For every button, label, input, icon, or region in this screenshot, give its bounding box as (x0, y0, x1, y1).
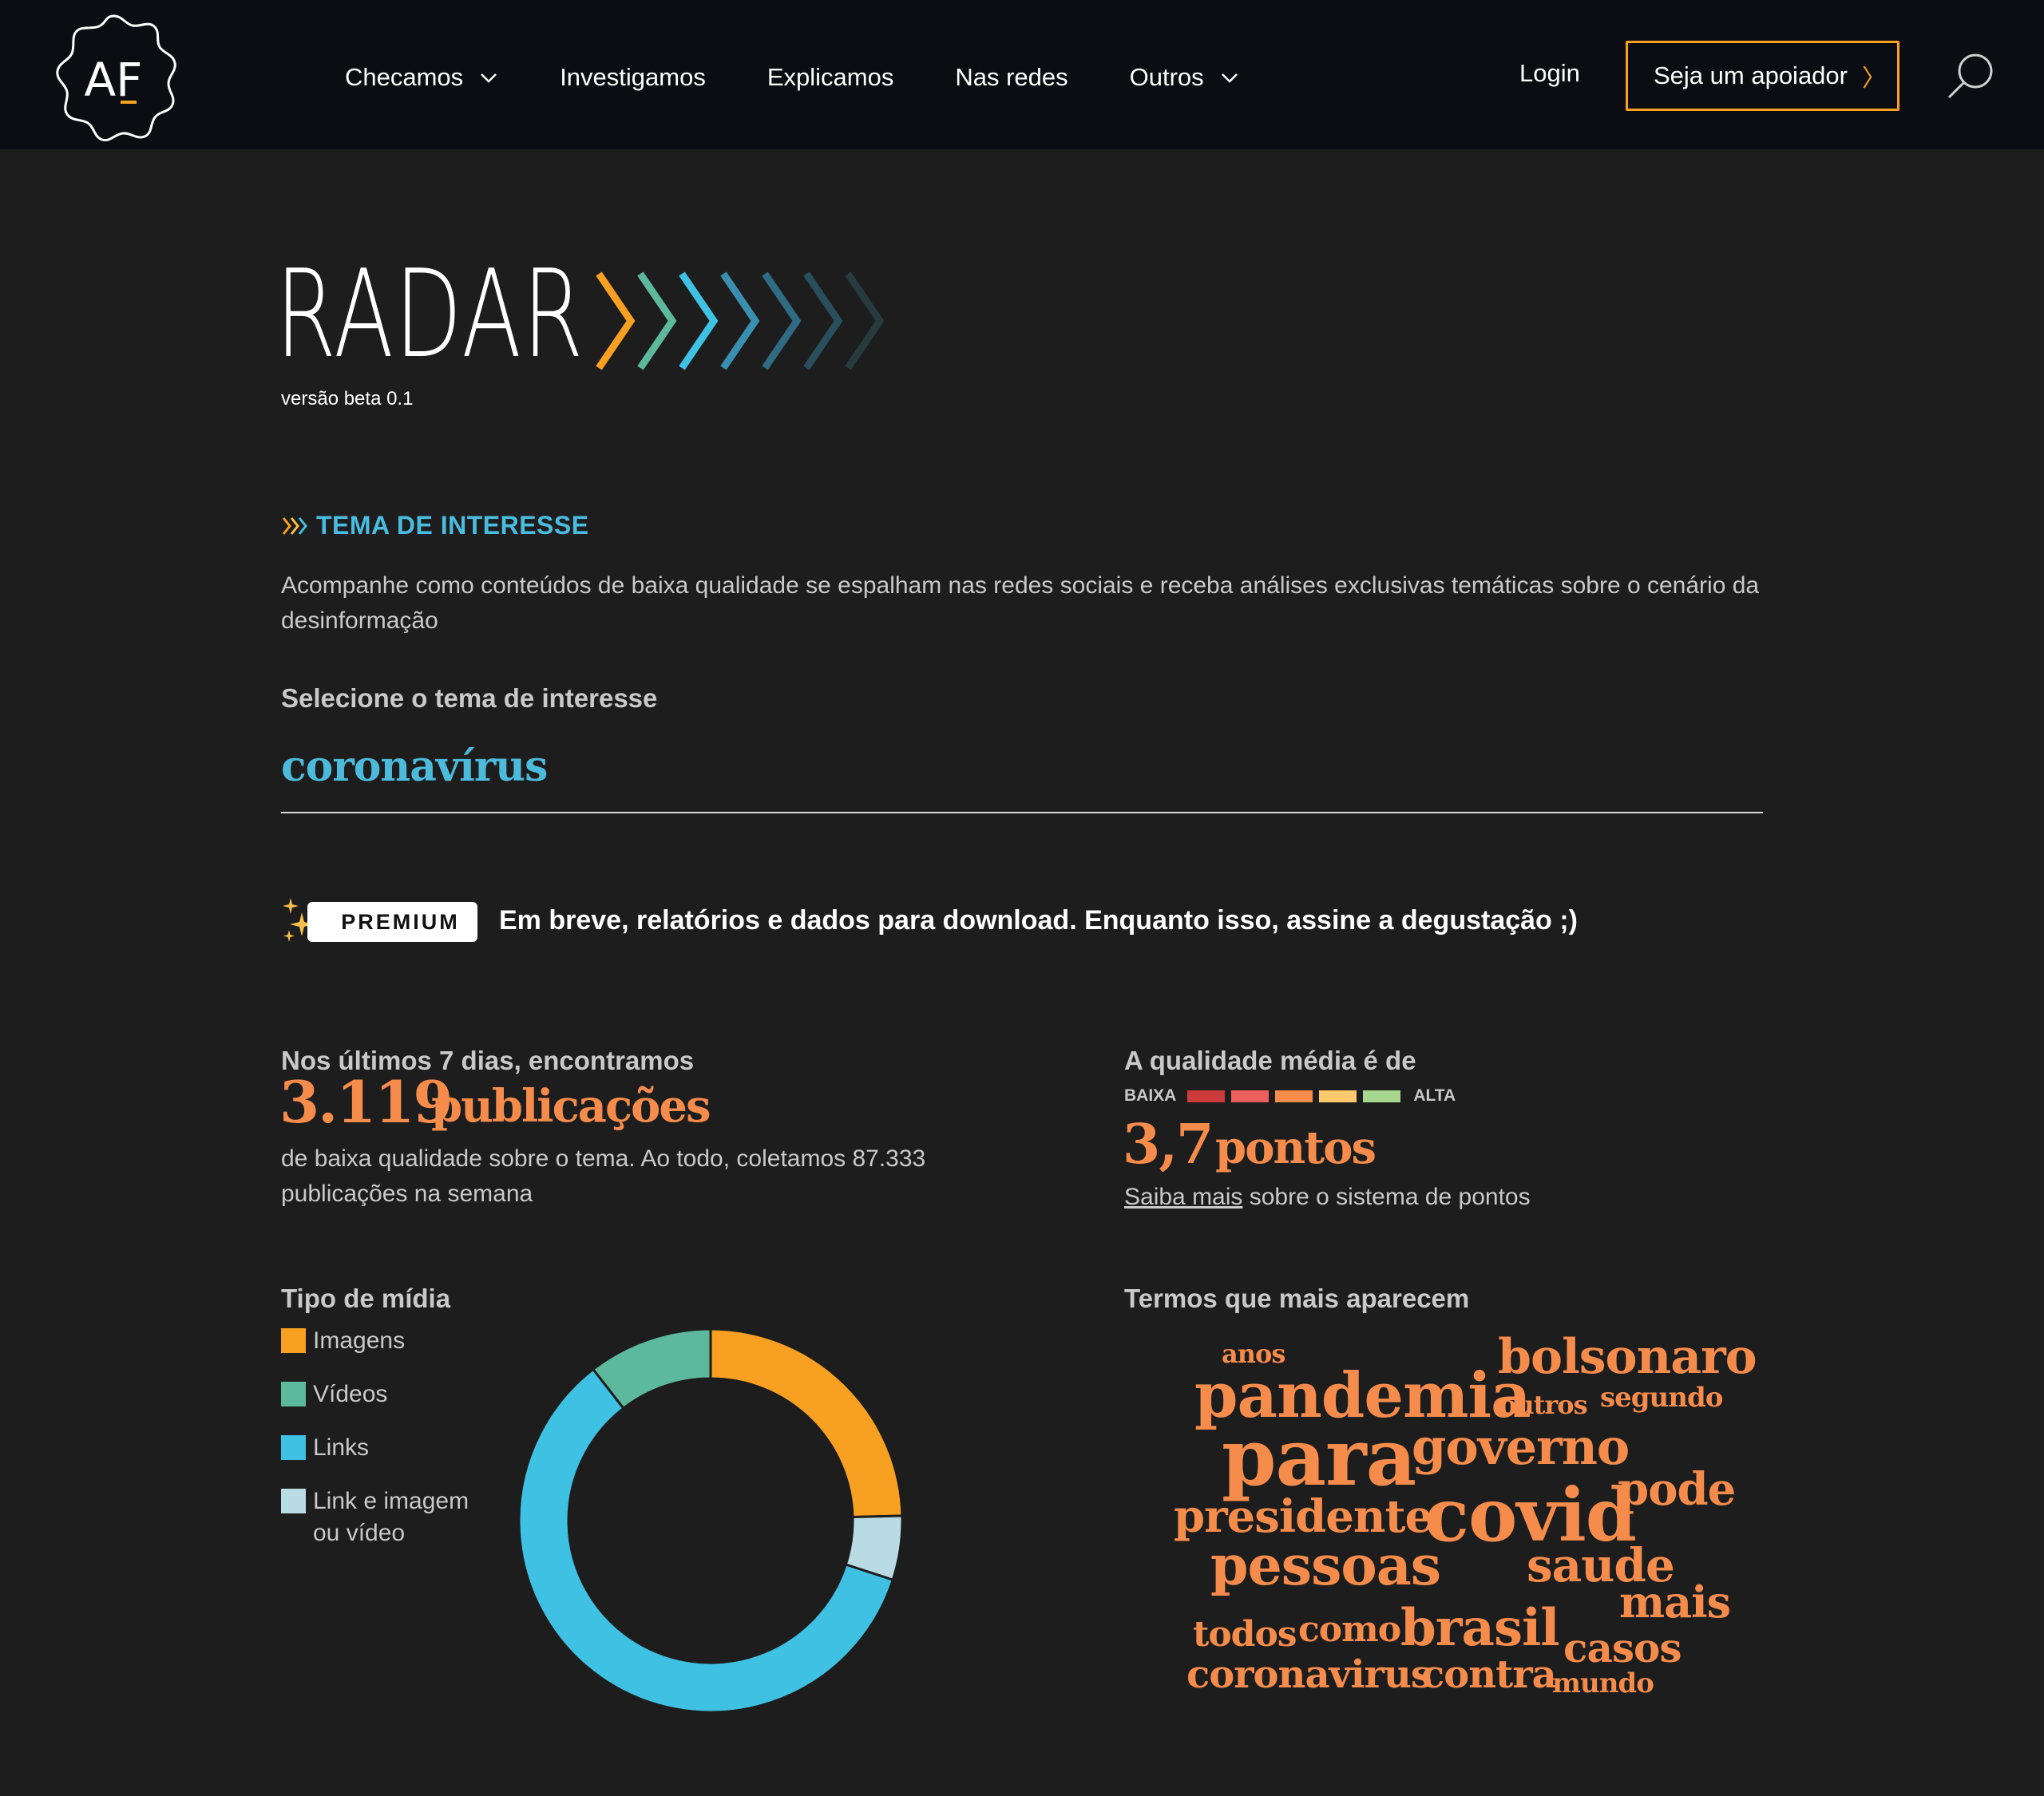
scale-swatch (1231, 1090, 1270, 1102)
scale-swatch (1319, 1090, 1357, 1102)
nav-label: Explicamos (766, 63, 894, 91)
legend-item-imagens: Imagens (281, 1325, 473, 1357)
legend-swatch (281, 1382, 306, 1406)
premium-message: Em breve, relatórios e dados para downlo… (499, 905, 1578, 936)
nav-label: Checamos (345, 63, 464, 91)
nav-item-nas-redes[interactable]: Nas redes (955, 63, 1068, 92)
triple-chevron-icon (282, 516, 307, 535)
chevron-down-icon (1221, 73, 1238, 83)
media-type-title: Tipo de mídia (281, 1284, 451, 1313)
cloud-word: bolsonaro (1498, 1329, 1757, 1385)
donut-slice-imagens (709, 1327, 904, 1519)
nav-item-outros[interactable]: Outros (1130, 63, 1239, 92)
cloud-word: pessoas (1210, 1534, 1441, 1598)
site-logo[interactable]: AF (44, 6, 184, 146)
quality-label: A qualidade média é de (1124, 1046, 1416, 1075)
version-label: versão beta 0.1 (281, 388, 414, 409)
search-icon[interactable] (1945, 49, 1998, 102)
legend-label: Links (313, 1434, 370, 1461)
publications-unit: publicações (431, 1080, 711, 1133)
nav-label: Outros (1129, 63, 1204, 91)
scale-swatch (1275, 1090, 1313, 1102)
premium-badge: PREMIUM (307, 902, 477, 942)
legend-swatch (281, 1435, 306, 1460)
legend-item-links: Links (281, 1432, 473, 1464)
cloud-word: todos (1193, 1614, 1297, 1655)
legend-label: Link e imagem ou vídeo (313, 1488, 469, 1546)
cloud-word: contra (1421, 1652, 1557, 1697)
cloud-word: como (1298, 1609, 1401, 1650)
word-cloud-title: Termos que mais aparecem (1124, 1284, 1470, 1313)
cloud-word: mais (1619, 1576, 1731, 1628)
support-button-label: Seja um apoiador (1654, 61, 1848, 89)
cloud-word: para (1222, 1412, 1416, 1504)
cloud-word: segundo (1600, 1382, 1723, 1414)
nav-label: Nas redes (955, 63, 1068, 91)
cloud-word: casos (1563, 1624, 1682, 1671)
media-type-donut-chart (517, 1327, 904, 1714)
radar-title: RADAR (275, 243, 584, 385)
cloud-word: coronavirus (1186, 1652, 1432, 1697)
cloud-word: outros (1499, 1390, 1588, 1420)
word-cloud: anos bolsonaro pandemia outros segundo p… (1124, 1325, 1763, 1724)
legend-label: Vídeos (313, 1381, 388, 1407)
section-title-text: TEMA DE INTERESSE (316, 511, 589, 540)
quality-score: 3,7 (1123, 1113, 1214, 1177)
publications-count: 3.119 (279, 1068, 453, 1136)
support-button[interactable]: Seja um apoiador 〉 (1626, 41, 1899, 111)
topic-select-underline (281, 812, 1763, 813)
points-info: Saiba mais sobre o sistema de pontos (1124, 1184, 1531, 1211)
scale-swatch (1187, 1090, 1226, 1102)
legend-swatch (281, 1489, 306, 1513)
quality-unit: pontos (1215, 1122, 1377, 1174)
legend-item-link-media: Link e imagem ou vídeo (281, 1485, 473, 1549)
scale-low-label: BAIXA (1124, 1086, 1177, 1105)
section-description: Acompanhe como conteúdos de baixa qualid… (281, 572, 1760, 634)
logo-text: AF (84, 53, 142, 107)
chevron-down-icon (481, 73, 497, 83)
radar-chevrons-icon (596, 271, 885, 370)
scale-swatch (1363, 1090, 1401, 1102)
cloud-word: brasil (1400, 1598, 1560, 1658)
media-type-legend: Imagens Vídeos Links Link e imagem ou ví… (281, 1325, 473, 1571)
main-nav: Checamos Investigamos Explicamos Nas red… (345, 57, 1301, 97)
quality-scale: BAIXA ALTA (1124, 1086, 1456, 1106)
nav-item-explicamos[interactable]: Explicamos (767, 63, 894, 92)
cloud-word: mundo (1552, 1667, 1654, 1699)
nav-item-checamos[interactable]: Checamos (345, 63, 498, 92)
scale-high-label: ALTA (1413, 1086, 1456, 1105)
legend-label: Imagens (313, 1327, 406, 1354)
cloud-word: presidente (1174, 1490, 1433, 1543)
chevron-right-icon: 〉 (1862, 65, 1886, 92)
topic-select[interactable]: coronavírus (281, 742, 548, 791)
top-navigation-bar: AF Checamos Investigamos Explicamos Nas … (0, 0, 2044, 149)
learn-more-link[interactable]: Saiba mais (1124, 1184, 1242, 1210)
nav-label: Investigamos (560, 63, 706, 91)
section-title: TEMA DE INTERESSE (281, 511, 589, 540)
legend-swatch (281, 1328, 306, 1353)
login-link[interactable]: Login (1519, 59, 1580, 88)
legend-item-videos: Vídeos (281, 1379, 473, 1410)
publications-description: de baixa qualidade sobre o tema. Ao todo… (281, 1145, 926, 1207)
cloud-word: governo (1412, 1418, 1630, 1476)
learn-more-suffix: sobre o sistema de pontos (1249, 1184, 1531, 1210)
nav-item-investigamos[interactable]: Investigamos (560, 63, 706, 92)
topic-select-label: Selecione o tema de interesse (281, 683, 658, 713)
